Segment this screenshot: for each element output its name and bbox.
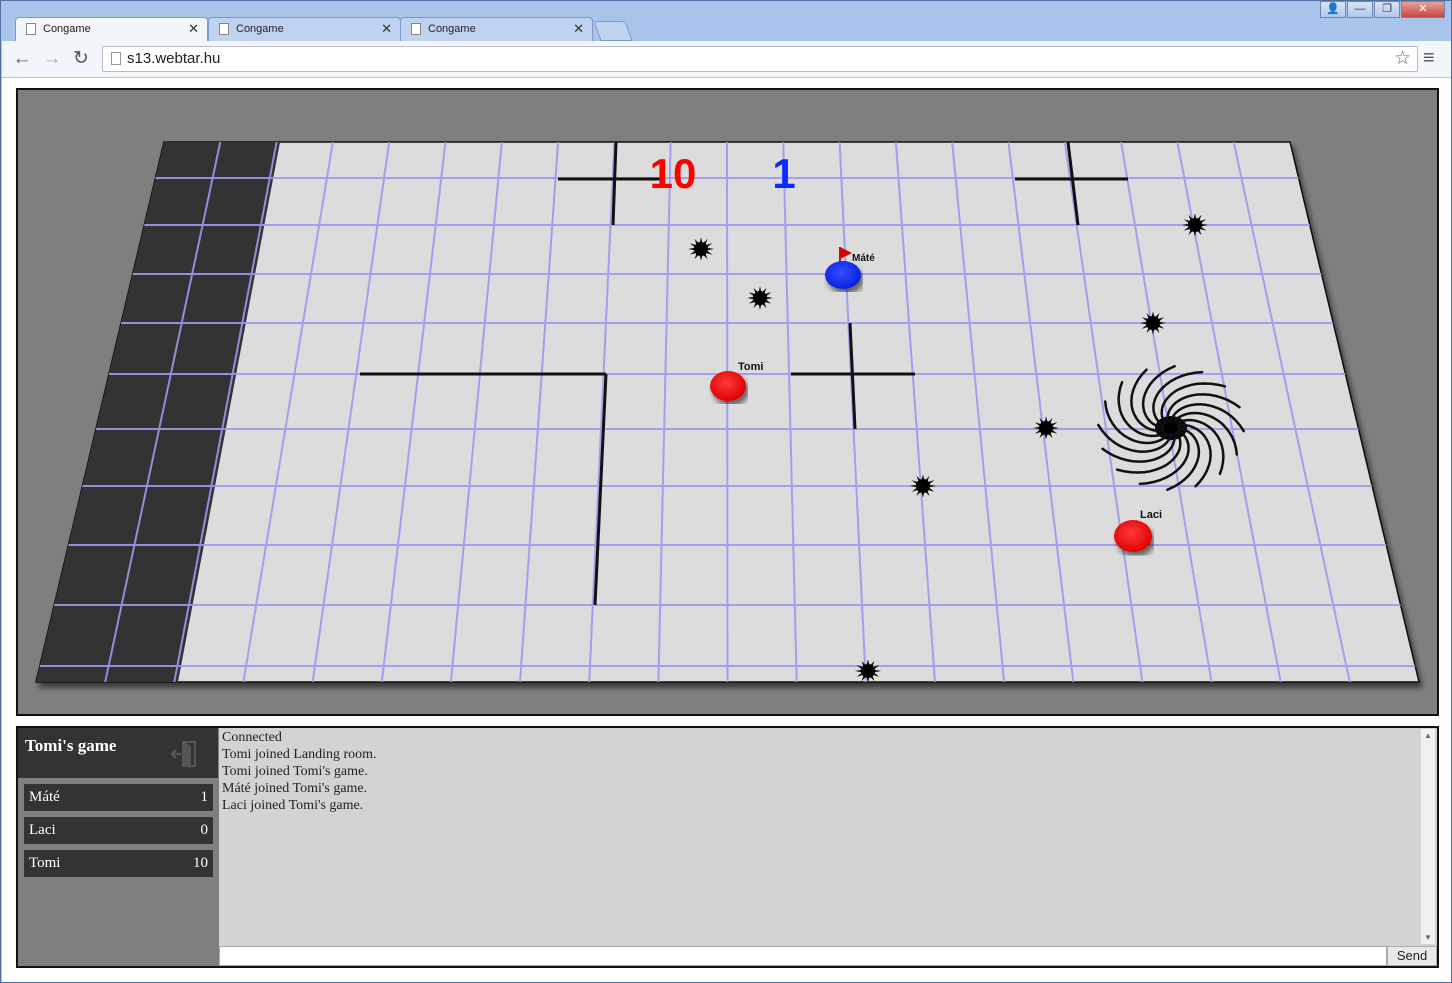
- minimize-button[interactable]: —: [1347, 1, 1373, 18]
- player-token-blue: [825, 261, 861, 289]
- chat-message: Laci joined Tomi's game.: [222, 798, 364, 813]
- player-token-red: [1114, 520, 1152, 552]
- player-score: 0: [200, 822, 209, 838]
- scroll-down-icon[interactable]: ▼: [1424, 933, 1432, 942]
- close-icon[interactable]: ✕: [381, 21, 392, 37]
- maximize-button[interactable]: ❐: [1374, 1, 1400, 18]
- chat-panel: Connected Tomi joined Landing room. Tomi…: [219, 728, 1437, 966]
- close-window-button[interactable]: ✕: [1401, 1, 1445, 18]
- chat-log: Connected Tomi joined Landing room. Tomi…: [222, 729, 1417, 945]
- game-board-svg: 10 1 Máté Tomi Laci: [35, 141, 1420, 683]
- player-token-red: [710, 371, 746, 401]
- reload-icon[interactable]: ↻: [70, 48, 92, 70]
- lobby-panel: Tomi's game Máté 1 Laci 0 Tomi 10 Connec…: [16, 726, 1439, 968]
- tab-title: Congame: [236, 23, 284, 35]
- forward-icon[interactable]: →: [41, 48, 63, 70]
- exit-room-icon[interactable]: [170, 740, 200, 768]
- chat-message: Máté joined Tomi's game.: [222, 781, 368, 796]
- page-icon: [219, 23, 229, 35]
- send-button[interactable]: Send: [1387, 946, 1437, 966]
- new-tab-button[interactable]: [593, 21, 633, 41]
- close-icon[interactable]: ✕: [188, 21, 199, 37]
- player-list-item: Tomi 10: [24, 850, 213, 877]
- room-header: Tomi's game: [18, 728, 218, 778]
- close-icon[interactable]: ✕: [573, 21, 584, 37]
- player-list-item: Laci 0: [24, 817, 213, 844]
- title-bar: Congame ✕ Congame ✕ Congame ✕ 👤 — ❐ ✕: [1, 1, 1451, 41]
- chat-message: Tomi joined Landing room.: [222, 747, 377, 762]
- url-text[interactable]: s13.webtar.hu: [127, 50, 220, 67]
- player-label: Laci: [1140, 509, 1162, 521]
- menu-icon[interactable]: ≡: [1423, 47, 1435, 70]
- page-icon: [26, 23, 36, 35]
- blue-score: 1: [772, 150, 795, 197]
- player-name: Tomi: [29, 855, 61, 871]
- player-name: Máté: [29, 789, 60, 805]
- tab-3[interactable]: Congame ✕: [400, 17, 593, 41]
- user-icon[interactable]: 👤: [1320, 1, 1346, 18]
- scroll-up-icon[interactable]: ▲: [1424, 731, 1432, 740]
- player-name: Laci: [29, 822, 56, 838]
- back-icon[interactable]: ←: [11, 48, 33, 70]
- browser-toolbar: ← → ↻ s13.webtar.hu ☆ ≡: [2, 41, 1451, 78]
- room-title: Tomi's game: [25, 736, 117, 755]
- player-label: Máté: [852, 253, 875, 264]
- bookmark-star-icon[interactable]: ☆: [1394, 47, 1411, 70]
- window-controls: 👤 — ❐ ✕: [1319, 1, 1445, 19]
- tab-1[interactable]: Congame ✕: [15, 17, 208, 41]
- grid-line: [726, 141, 729, 683]
- page-icon: [411, 23, 421, 35]
- chat-input[interactable]: [219, 946, 1387, 966]
- red-score: 10: [650, 150, 697, 197]
- chat-message: Connected: [222, 730, 282, 745]
- tab-title: Congame: [428, 23, 476, 35]
- browser-window: Congame ✕ Congame ✕ Congame ✕ 👤 — ❐ ✕ ← …: [0, 0, 1452, 983]
- chat-scrollbar[interactable]: ▲ ▼: [1421, 729, 1435, 944]
- tab-2[interactable]: Congame ✕: [208, 17, 401, 41]
- player-score: 1: [200, 789, 209, 805]
- tab-title: Congame: [43, 23, 91, 35]
- player-score: 10: [193, 855, 208, 871]
- player-list-item: Máté 1: [24, 784, 213, 811]
- player-label: Tomi: [738, 361, 763, 373]
- game-canvas[interactable]: 10 1 Máté Tomi Laci: [16, 88, 1439, 716]
- chat-message: Tomi joined Tomi's game.: [222, 764, 368, 779]
- page-icon: [111, 52, 121, 65]
- page-content: 10 1 Máté Tomi Laci Tomi's game Máté 1 L…: [2, 78, 1451, 982]
- room-sidebar: Tomi's game Máté 1 Laci 0 Tomi 10: [18, 728, 218, 966]
- address-bar[interactable]: s13.webtar.hu ☆: [102, 46, 1418, 72]
